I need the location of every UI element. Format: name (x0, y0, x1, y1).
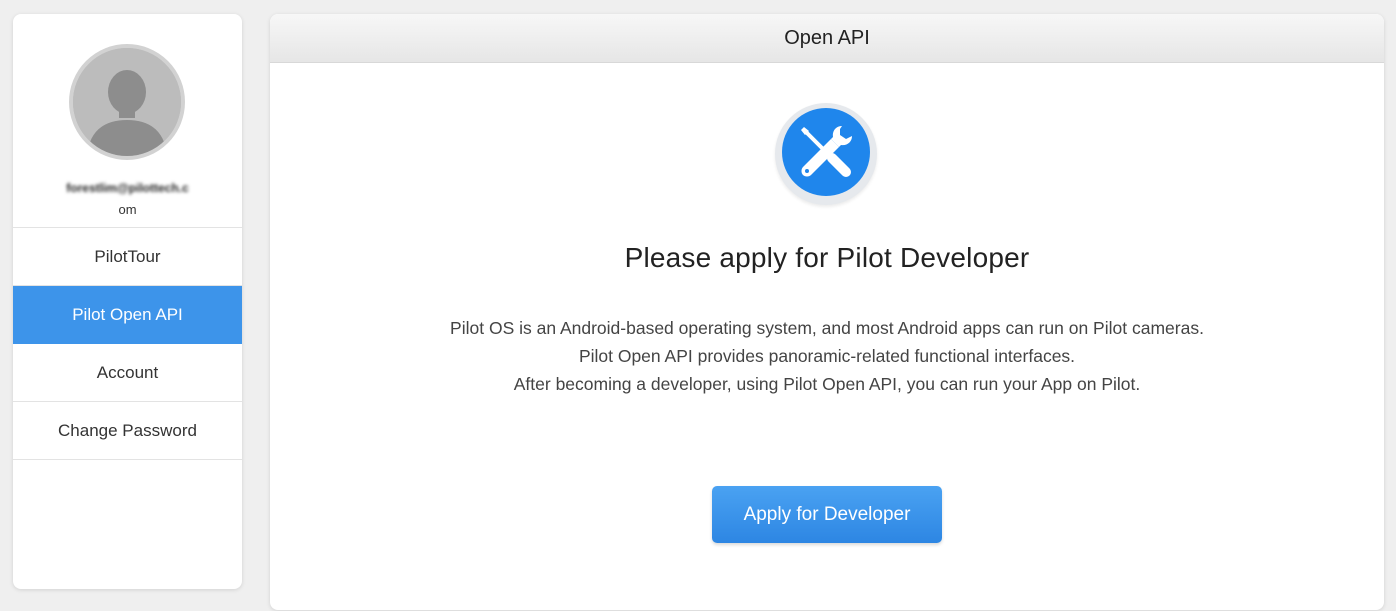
description: Pilot OS is an Android-based operating s… (270, 314, 1384, 398)
main-panel: Open API Please apply for Pilot Develope… (270, 14, 1384, 610)
sidebar-item-pilottour[interactable]: PilotTour (13, 228, 242, 286)
sidebar: forestlim@pilottech.c om PilotTour Pilot… (13, 14, 242, 589)
avatar[interactable] (69, 44, 185, 160)
user-silhouette-icon (73, 48, 181, 156)
heading: Please apply for Pilot Developer (624, 242, 1030, 273)
description-line-2: Pilot Open API provides panoramic-relate… (578, 346, 1076, 366)
sidebar-item-change-password[interactable]: Change Password (13, 402, 242, 460)
user-profile: forestlim@pilottech.c om (13, 14, 242, 228)
sidebar-item-pilot-open-api[interactable]: Pilot Open API (13, 286, 242, 344)
email-line-2: om (118, 202, 137, 217)
description-line-1: Pilot OS is an Android-based operating s… (450, 318, 1204, 338)
apply-for-developer-button[interactable]: Apply for Developer (712, 486, 942, 543)
sidebar-item-account[interactable]: Account (13, 344, 242, 402)
description-line-3: After becoming a developer, using Pilot … (513, 374, 1141, 394)
page-title: Open API (270, 14, 1384, 63)
user-email: forestlim@pilottech.c om (13, 177, 242, 220)
tools-icon (775, 103, 877, 205)
email-line-1: forestlim@pilottech.c (66, 181, 189, 195)
